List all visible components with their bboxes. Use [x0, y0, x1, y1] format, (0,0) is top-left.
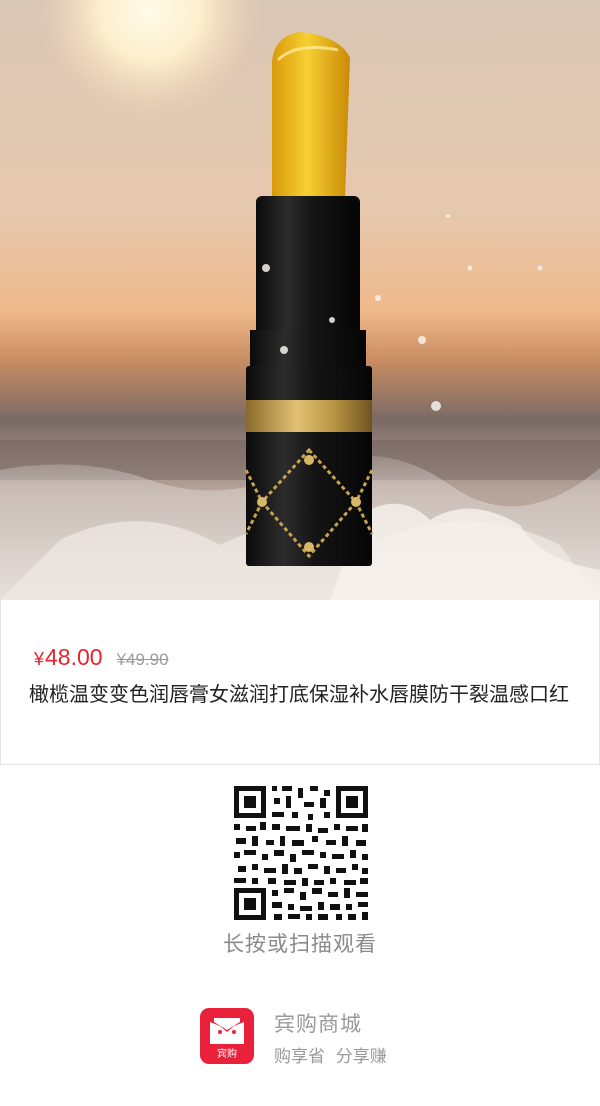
current-price: ¥48.00 [34, 644, 103, 671]
brand-name: 宾购商城 [274, 1012, 362, 1036]
lipstick-illustration [0, 0, 600, 600]
logo-text: 宾购 [217, 1049, 237, 1060]
currency-symbol: ¥ [34, 649, 45, 669]
price-value: 48.00 [45, 644, 103, 670]
brand-logo: 宾购 [200, 1008, 254, 1064]
qr-code[interactable] [232, 784, 370, 922]
product-title: 橄榄温变变色润唇膏女滋润打底保湿补水唇膜防干裂温感口红 [29, 682, 569, 706]
brand-slogan: 购享省 分享赚 [274, 1047, 387, 1067]
qr-code-icon [232, 784, 370, 922]
original-price: ¥49.90 [116, 650, 169, 669]
brand-footer: 宾购 宾购商城 购享省 分享赚 [200, 1008, 440, 1068]
product-info-card: ¥48.00 ¥49.90 橄榄温变变色润唇膏女滋润打底保湿补水唇膜防干裂温感口… [0, 600, 600, 765]
product-image [0, 0, 600, 600]
price-row: ¥48.00 ¥49.90 [34, 644, 169, 671]
qr-caption: 长按或扫描观看 [223, 932, 377, 956]
